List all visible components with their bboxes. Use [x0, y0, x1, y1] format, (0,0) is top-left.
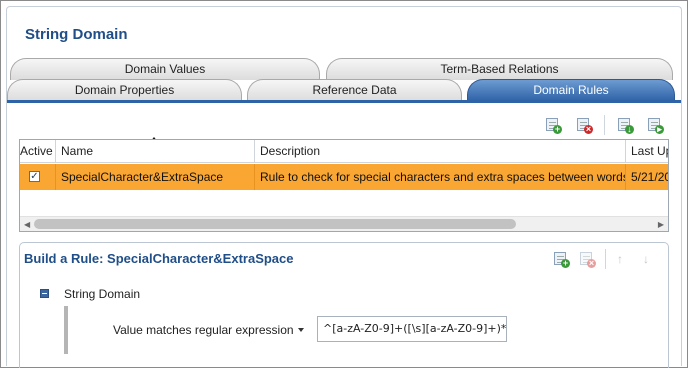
scrollbar-thumb[interactable] — [34, 219, 516, 229]
import-rule-icon[interactable]: ↓ — [616, 116, 634, 134]
run-rule-icon[interactable]: ▸ — [646, 116, 664, 134]
tab-domain-rules[interactable]: Domain Rules — [467, 79, 675, 101]
condition-dropdown-icon[interactable] — [298, 328, 304, 332]
tab-underline — [7, 100, 681, 103]
condition-operator-label[interactable]: Value matches regular expression — [113, 323, 294, 337]
add-condition-icon[interactable]: + — [552, 250, 570, 268]
builder-toolbar-separator — [605, 249, 606, 269]
toolbar-separator — [604, 115, 605, 135]
tree-connector — [64, 306, 68, 354]
scroll-right-icon[interactable]: ▶ — [658, 220, 664, 229]
table-row-active-cell[interactable]: ✓ — [20, 164, 56, 190]
add-rule-icon[interactable]: + — [544, 116, 562, 134]
tab-label: Domain Rules — [533, 83, 609, 97]
tab-label: Term-Based Relations — [440, 62, 559, 76]
table-row-description-cell[interactable]: Rule to check for special characters and… — [255, 164, 626, 190]
active-checkbox[interactable]: ✓ — [29, 171, 40, 182]
table-row-name-cell[interactable]: SpecialCharacter&ExtraSpace — [56, 164, 255, 190]
tab-label: Reference Data — [312, 83, 397, 97]
column-header-description[interactable]: Description — [255, 140, 626, 163]
tab-domain-values[interactable]: Domain Values — [10, 58, 320, 80]
move-down-icon[interactable]: ↓ — [643, 252, 649, 266]
scroll-left-icon[interactable]: ◀ — [24, 220, 30, 229]
tab-term-based-relations[interactable]: Term-Based Relations — [326, 58, 673, 80]
column-header-name[interactable]: Name — [56, 140, 255, 163]
tree-root-label: String Domain — [64, 287, 141, 301]
tab-label: Domain Properties — [74, 83, 175, 97]
delete-rule-icon[interactable]: × — [575, 116, 593, 134]
collapse-node-icon[interactable] — [40, 289, 49, 298]
move-up-icon[interactable]: ↑ — [617, 252, 623, 266]
table-row-last-updated-cell[interactable]: 5/21/20 — [626, 164, 668, 190]
column-header-last-updated[interactable]: Last Up — [626, 140, 668, 163]
tab-reference-data[interactable]: Reference Data — [247, 79, 462, 101]
page-title: String Domain — [25, 26, 128, 43]
tab-domain-properties[interactable]: Domain Properties — [7, 79, 242, 101]
column-header-active[interactable]: Active — [20, 140, 56, 163]
regex-expression-input[interactable]: ^[a-zA-Z0-9]+([\s][a-zA-Z0-9]+)*$ — [317, 316, 507, 342]
tab-label: Domain Values — [124, 62, 206, 76]
rule-builder-title: Build a Rule: SpecialCharacter&ExtraSpac… — [24, 251, 294, 266]
horizontal-scrollbar[interactable]: ◀ ▶ — [20, 216, 668, 231]
rules-grid[interactable]: Active Name Description Last Up ✓ Specia… — [19, 139, 669, 232]
delete-condition-icon[interactable]: × — [578, 250, 596, 268]
